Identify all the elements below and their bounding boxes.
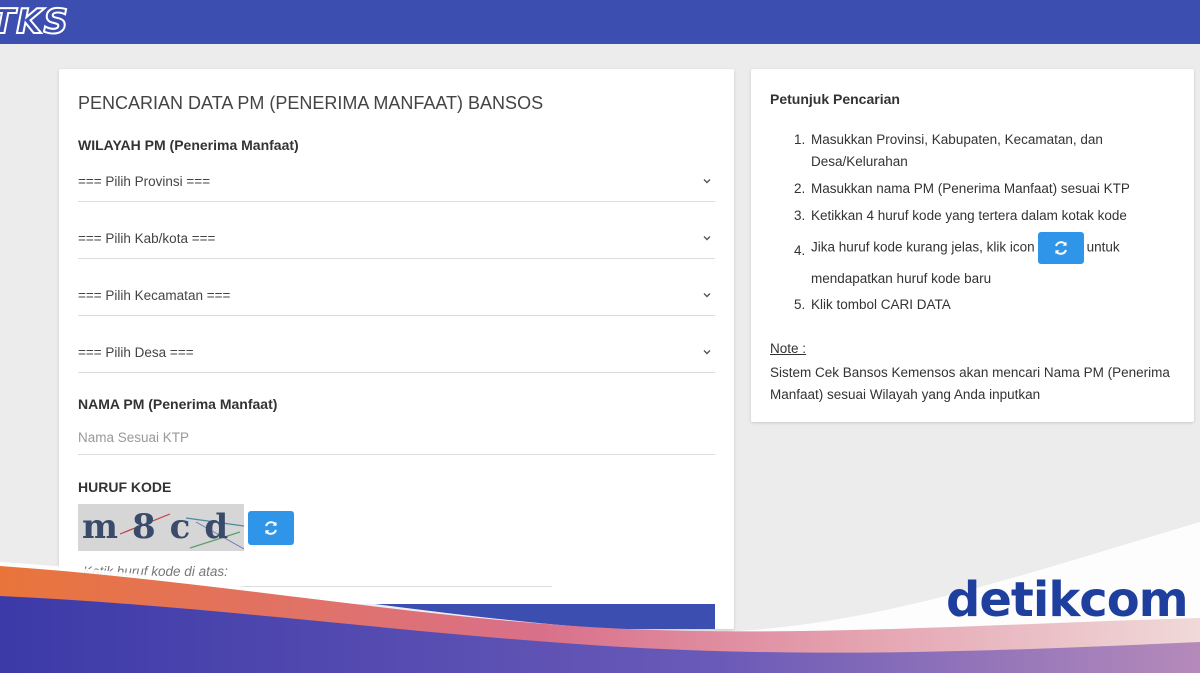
code-section-label: HURUF KODE <box>78 479 172 495</box>
province-select[interactable]: === Pilih Provinsi === <box>78 166 715 202</box>
form-title: PENCARIAN DATA PM (PENERIMA MANFAAT) BAN… <box>78 93 544 113</box>
chevron-down-icon <box>703 293 711 298</box>
region-section-label: WILAYAH PM (Penerima Manfaat) <box>78 137 299 153</box>
district-select[interactable]: === Pilih Kecamatan === <box>78 280 715 316</box>
refresh-icon <box>265 521 277 535</box>
guide-step: 2. Masukkan nama PM (Penerima Manfaat) s… <box>794 181 1130 196</box>
captcha-code-input[interactable] <box>78 557 552 587</box>
guide-step: 5. Klik tombol CARI DATA <box>794 297 951 312</box>
province-select-value: === Pilih Provinsi === <box>78 174 211 189</box>
district-select-value: === Pilih Kecamatan === <box>78 288 231 303</box>
chevron-down-icon <box>703 350 711 355</box>
search-form-card: PENCARIAN DATA PM (PENERIMA MANFAAT) BAN… <box>59 69 734 629</box>
name-input[interactable] <box>78 421 715 455</box>
refresh-captcha-button[interactable] <box>1037 232 1084 264</box>
guide-step: 4. Jika huruf kode kurang jelas, klik ic… <box>794 232 1181 294</box>
guide-step: 1. Masukkan Provinsi, Kabupaten, Kecamat… <box>794 132 1103 169</box>
chevron-down-icon <box>703 179 711 184</box>
captcha-char: m8cd <box>82 507 242 547</box>
village-select-value: === Pilih Desa === <box>78 345 194 360</box>
search-guide-card: Petunjuk Pencarian 1. Masukkan Provinsi,… <box>751 69 1194 422</box>
detikcom-watermark: detikcom <box>946 572 1189 628</box>
city-select-value: === Pilih Kab/kota === <box>78 231 216 246</box>
guide-steps-list: 1. Masukkan Provinsi, Kabupaten, Kecamat… <box>794 129 1181 321</box>
chevron-down-icon <box>703 236 711 241</box>
name-section-label: NAMA PM (Penerima Manfaat) <box>78 396 278 412</box>
refresh-captcha-button[interactable] <box>248 511 294 545</box>
village-select[interactable]: === Pilih Desa === <box>78 337 715 373</box>
refresh-icon <box>1054 241 1067 255</box>
guide-step: 3. Ketikkan 4 huruf kode yang tertera da… <box>794 208 1127 223</box>
top-navbar: TKS <box>0 0 1200 44</box>
search-submit-button[interactable] <box>78 604 715 629</box>
site-logo[interactable]: TKS <box>0 1 69 43</box>
city-select[interactable]: === Pilih Kab/kota === <box>78 223 715 259</box>
note-label: Note : <box>770 341 807 356</box>
captcha-image: m8cd <box>78 504 245 551</box>
note-text: Sistem Cek Bansos Kemensos akan mencari … <box>770 365 1170 402</box>
guide-title: Petunjuk Pencarian <box>770 91 900 107</box>
